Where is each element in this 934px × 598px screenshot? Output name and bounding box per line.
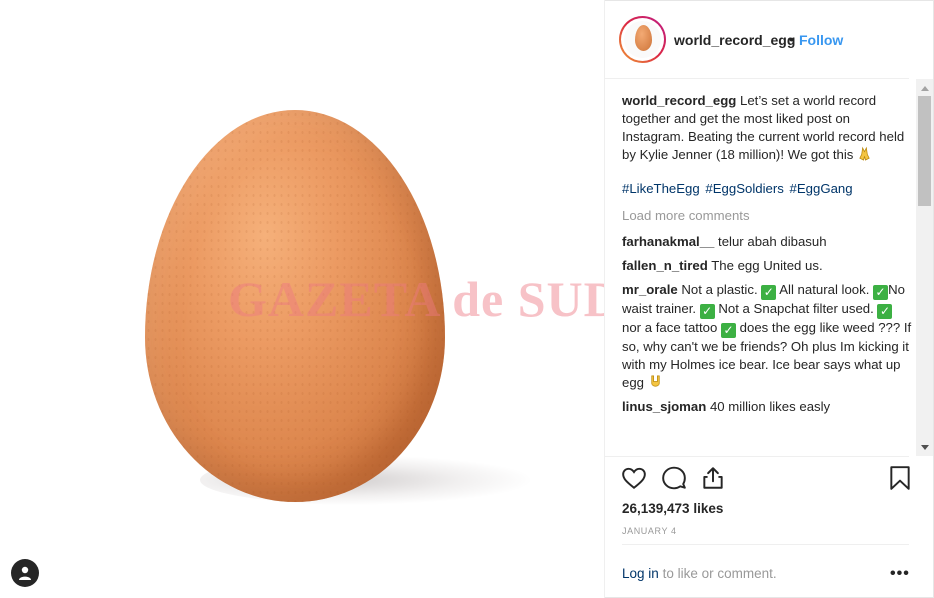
hashtag-link[interactable]: #EggSoldiers xyxy=(705,181,783,196)
comment-text-part: nor a face tattoo xyxy=(622,320,718,335)
comment-item: fallen_n_tired The egg United us. xyxy=(622,257,912,275)
share-icon[interactable] xyxy=(700,465,726,491)
check-mark-icon: ✓ xyxy=(720,323,736,338)
caption-username[interactable]: world_record_egg xyxy=(622,93,736,108)
comments-list: world_record_egg Let’s set a world recor… xyxy=(622,92,912,457)
scrollbar-thumb[interactable] xyxy=(918,96,931,206)
comment-text: 40 million likes easly xyxy=(709,399,831,414)
bookmark-icon[interactable] xyxy=(887,465,913,491)
watermark-text: GAZETA de SUD xyxy=(228,271,604,327)
comment-text-part: Not a Snapchat filter used. xyxy=(718,301,874,316)
comment-text: telur abah dibasuh xyxy=(718,234,827,249)
login-prompt: Log in to like or comment. ••• xyxy=(622,544,909,598)
check-mark-icon: ✓ xyxy=(877,304,893,319)
follow-button[interactable]: Follow xyxy=(799,32,843,48)
praying-hands-icon xyxy=(859,146,870,161)
post-date: JANUARY 4 xyxy=(622,526,677,536)
comment-username[interactable]: linus_sjoman xyxy=(622,399,706,414)
header-separator: • xyxy=(789,31,794,47)
post-media: GAZETA de SUD xyxy=(0,0,604,598)
post-header: world_record_egg • Follow xyxy=(605,0,909,79)
scroll-down-arrow-icon[interactable] xyxy=(916,440,933,454)
more-options-icon[interactable]: ••• xyxy=(890,565,910,583)
comment-text-part: Not a plastic. xyxy=(681,282,758,297)
likes-count[interactable]: 26,139,473 likes xyxy=(622,501,723,516)
check-mark-icon: ✓ xyxy=(873,285,889,300)
comments-scrollbar[interactable] xyxy=(916,79,933,456)
comment-item: mr_orale Not a plastic. ✓ All natural lo… xyxy=(622,281,912,392)
comment-username[interactable]: fallen_n_tired xyxy=(622,258,708,273)
check-mark-icon: ✓ xyxy=(761,285,777,300)
login-suffix: to like or comment. xyxy=(662,566,777,581)
post-actions: 26,139,473 likes JANUARY 4 Log in to lik… xyxy=(605,456,910,598)
comment-item: farhanakmal__ telur abah dibasuh xyxy=(622,233,912,251)
hashtag-link[interactable]: #LikeTheEgg xyxy=(622,181,700,196)
avatar[interactable] xyxy=(619,16,666,63)
hashtag-list: #LikeTheEgg #EggSoldiers #EggGang xyxy=(622,180,912,198)
comment-text: The egg United us. xyxy=(711,258,823,273)
comment-icon[interactable] xyxy=(661,465,687,491)
hashtag-link[interactable]: #EggGang xyxy=(790,181,853,196)
post-caption: world_record_egg Let’s set a world recor… xyxy=(622,92,912,164)
post-sidebar: world_record_egg • Follow world_record_e… xyxy=(604,0,934,598)
rock-hand-icon xyxy=(651,375,660,387)
load-more-comments-button[interactable]: Load more comments xyxy=(622,207,912,225)
check-mark-icon: ✓ xyxy=(699,304,715,319)
comment-username[interactable]: farhanakmal__ xyxy=(622,234,714,249)
user-icon[interactable] xyxy=(11,559,39,587)
comment-item: linus_sjoman 40 million likes easly xyxy=(622,398,912,416)
heart-icon[interactable] xyxy=(621,465,647,491)
header-username[interactable]: world_record_egg xyxy=(674,32,795,48)
scroll-up-arrow-icon[interactable] xyxy=(916,81,933,95)
comment-username[interactable]: mr_orale xyxy=(622,282,678,297)
login-link[interactable]: Log in xyxy=(622,566,659,581)
login-text: Log in to like or comment. xyxy=(622,566,777,581)
comment-text-part: All natural look. xyxy=(779,282,870,297)
